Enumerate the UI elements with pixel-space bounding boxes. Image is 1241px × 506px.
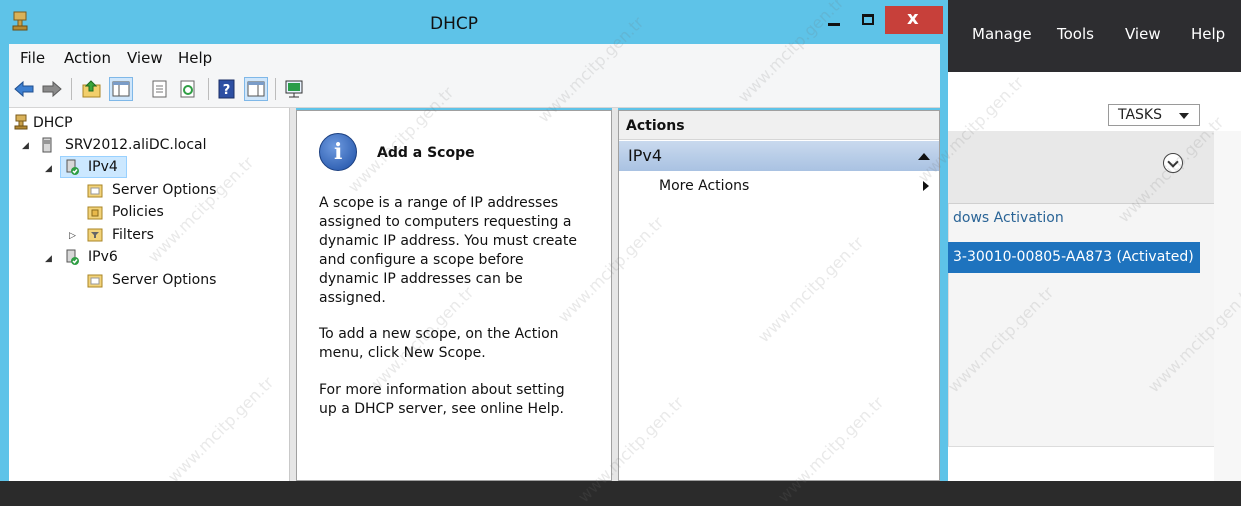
close-button[interactable]: x: [885, 6, 943, 34]
menu-action[interactable]: Action: [64, 49, 111, 67]
more-actions-label: More Actions: [659, 178, 750, 194]
tree-node-ipv6[interactable]: IPv6: [88, 249, 118, 265]
help-icon[interactable]: ?: [216, 78, 238, 100]
tree-node-server-options[interactable]: Server Options: [112, 182, 216, 198]
server-options-folder-icon: [87, 274, 103, 288]
show-hide-tree-icon[interactable]: [109, 77, 133, 101]
scope-description: A scope is a range of IP addresses assig…: [319, 195, 577, 306]
ipv4-server-icon: [66, 159, 79, 175]
expand-collapse-icon[interactable]: [1163, 153, 1183, 173]
close-icon: x: [907, 8, 919, 29]
forward-icon[interactable]: [41, 78, 63, 100]
expand-triangle-icon[interactable]: ▷: [69, 231, 76, 241]
menu-tools[interactable]: Tools: [1057, 25, 1094, 43]
menu-file[interactable]: File: [20, 49, 45, 67]
tree-node-server[interactable]: SRV2012.aliDC.local: [65, 137, 207, 153]
chevron-down-icon: [1179, 113, 1189, 119]
show-action-pane-icon[interactable]: [244, 77, 268, 101]
tree-node-ipv6-server-options[interactable]: Server Options: [112, 272, 216, 288]
toolbar: ?: [9, 71, 940, 108]
tree-node-ipv4[interactable]: IPv4: [88, 159, 118, 175]
windows-activation-link[interactable]: dows Activation: [953, 210, 1064, 226]
submenu-arrow-icon: [923, 181, 929, 191]
tasks-label: TASKS: [1118, 107, 1162, 123]
console-icon[interactable]: [283, 78, 305, 100]
tree-pane: DHCP ◢ SRV2012.aliDC.local ◢ IPv4 Server…: [9, 108, 290, 481]
title-bar[interactable]: DHCP x: [0, 0, 948, 44]
actions-section-label: IPv4: [628, 146, 663, 165]
maximize-icon: [862, 14, 874, 25]
toolbar-separator: [275, 78, 276, 100]
svg-text:?: ?: [223, 83, 231, 98]
menu-manage[interactable]: Manage: [972, 25, 1032, 43]
filters-folder-icon: [87, 228, 103, 242]
help-instructions: For more information about setting up a …: [319, 382, 565, 417]
server-icon: [42, 137, 52, 153]
activated-row[interactable]: 3-30010-00805-AA873 (Activated): [948, 242, 1200, 273]
collapse-triangle-icon[interactable]: ◢: [22, 141, 29, 151]
new-scope-instructions: To add a new scope, on the Action menu, …: [319, 326, 559, 361]
details-pane: i Add a Scope A scope is a range of IP a…: [296, 110, 612, 481]
up-folder-icon[interactable]: [81, 78, 103, 100]
collapse-triangle-icon[interactable]: ◢: [45, 254, 52, 264]
menu-bar: File Action View Help: [9, 44, 940, 71]
policies-folder-icon: [87, 206, 103, 220]
product-id-text: 3-30010-00805-AA873 (Activated): [953, 249, 1194, 265]
actions-title: Actions: [626, 118, 685, 134]
add-scope-title: Add a Scope: [377, 145, 475, 161]
dhcp-window: DHCP x File Action View Help ? DHCP ◢ SR…: [0, 0, 948, 481]
menu-help[interactable]: Help: [178, 49, 212, 67]
toolbar-separator: [208, 78, 209, 100]
scrollbar[interactable]: [1214, 131, 1241, 481]
server-options-folder-icon: [87, 184, 103, 198]
actions-pane: Actions IPv4 More Actions: [618, 110, 940, 481]
window-frame-right: [940, 44, 948, 481]
menu-help[interactable]: Help: [1191, 25, 1225, 43]
tree-node-filters[interactable]: Filters: [112, 227, 154, 243]
toolbar-separator: [71, 78, 72, 100]
tree-node-policies[interactable]: Policies: [112, 204, 164, 220]
window-frame-left: [0, 44, 9, 481]
minimize-button[interactable]: [817, 6, 851, 34]
ipv6-server-icon: [66, 249, 79, 265]
tasks-dropdown[interactable]: TASKS: [1108, 104, 1200, 126]
menu-view[interactable]: View: [127, 49, 163, 67]
dhcp-root-icon: [14, 114, 28, 130]
minimize-icon: [828, 23, 840, 26]
more-actions-item[interactable]: More Actions: [619, 175, 939, 197]
collapse-arrow-icon[interactable]: [918, 153, 930, 160]
collapse-triangle-icon[interactable]: ◢: [45, 164, 52, 174]
actions-section-ipv4[interactable]: IPv4: [619, 141, 939, 171]
actions-header: Actions: [619, 111, 939, 140]
window-title: DHCP: [430, 14, 478, 34]
properties-icon[interactable]: [149, 78, 171, 100]
info-icon: i: [319, 133, 357, 171]
menu-view[interactable]: View: [1125, 25, 1161, 43]
back-icon[interactable]: [13, 78, 35, 100]
refresh-icon[interactable]: [177, 78, 199, 100]
tree-node-dhcp[interactable]: DHCP: [33, 115, 73, 131]
dhcp-app-icon: [12, 11, 28, 31]
maximize-button[interactable]: [851, 6, 885, 34]
